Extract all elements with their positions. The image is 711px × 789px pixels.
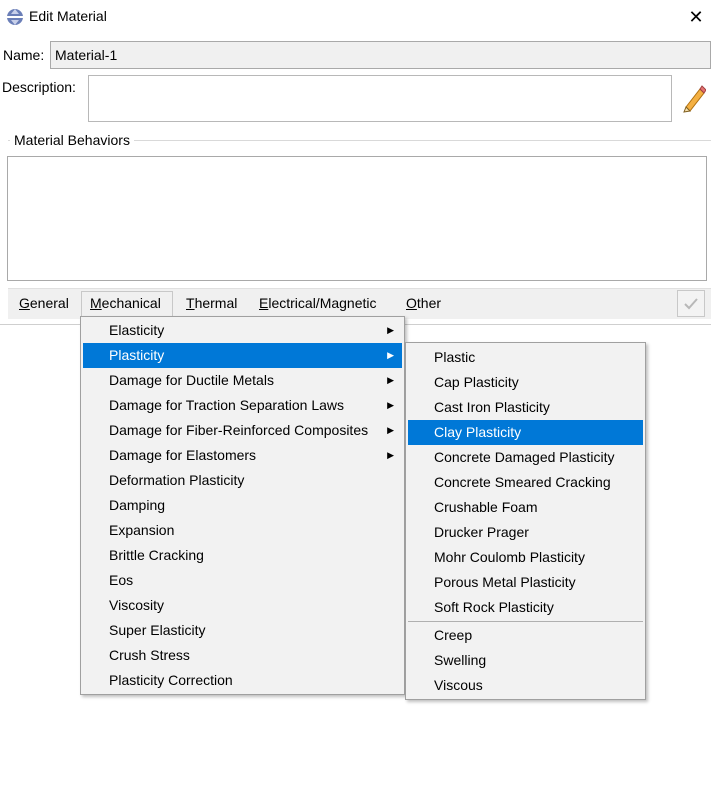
menu-item-viscosity[interactable]: Viscosity xyxy=(83,593,402,618)
menu-item-elasticity[interactable]: Elasticity ▶ xyxy=(83,318,402,343)
mnemonic: O xyxy=(406,295,417,311)
menu-label: eneral xyxy=(29,295,69,311)
menu-label: lectrical/Magnetic xyxy=(268,295,377,311)
menu-item-label: Swelling xyxy=(434,652,487,668)
menu-item-plasticity-correction[interactable]: Plasticity Correction xyxy=(83,668,402,693)
menu-item-label: Expansion xyxy=(109,522,175,538)
menu-label: echanical xyxy=(101,295,161,311)
submenu-arrow-icon: ▶ xyxy=(387,325,394,335)
name-label: Name: xyxy=(3,47,45,63)
menu-item-label: Cap Plasticity xyxy=(434,374,519,390)
mnemonic: M xyxy=(90,295,102,311)
menu-item-crush-stress[interactable]: Crush Stress xyxy=(83,643,402,668)
menu-item-label: Brittle Cracking xyxy=(109,547,204,563)
menu-item-soft-rock-plasticity[interactable]: Soft Rock Plasticity xyxy=(408,595,643,620)
menu-item-label: Drucker Prager xyxy=(434,524,529,540)
menu-item-label: Elasticity xyxy=(109,322,165,338)
menu-item-label: Damage for Traction Separation Laws xyxy=(109,397,345,413)
menu-item-label: Plasticity Correction xyxy=(109,672,233,688)
menu-item-label: Viscous xyxy=(434,677,483,693)
mnemonic: G xyxy=(19,295,30,311)
menu-item-damping[interactable]: Damping xyxy=(83,493,402,518)
submenu-arrow-icon: ▶ xyxy=(387,350,394,360)
menu-item-label: Damage for Fiber-Reinforced Composites xyxy=(109,422,369,438)
menu-item-concrete-damaged-plasticity[interactable]: Concrete Damaged Plasticity xyxy=(408,445,643,470)
description-input[interactable] xyxy=(88,75,672,122)
mnemonic: T xyxy=(186,295,195,311)
pencil-icon[interactable] xyxy=(680,83,706,113)
menu-item-label: Plastic xyxy=(434,349,476,365)
plasticity-submenu: Plastic Cap Plasticity Cast Iron Plastic… xyxy=(405,342,646,700)
menu-item-deformation-plasticity[interactable]: Deformation Plasticity xyxy=(83,468,402,493)
menu-item-brittle-cracking[interactable]: Brittle Cracking xyxy=(83,543,402,568)
menu-item-label: Damping xyxy=(109,497,166,513)
menu-thermal[interactable]: Thermal xyxy=(186,295,237,311)
menu-item-label: Super Elasticity xyxy=(109,622,206,638)
menu-item-mohr-coulomb-plasticity[interactable]: Mohr Coulomb Plasticity xyxy=(408,545,643,570)
menu-item-damage-fiber-composites[interactable]: Damage for Fiber-Reinforced Composites ▶ xyxy=(83,418,402,443)
menu-item-expansion[interactable]: Expansion xyxy=(83,518,402,543)
menu-item-label: Concrete Damaged Plasticity xyxy=(434,449,615,465)
menu-item-super-elasticity[interactable]: Super Elasticity xyxy=(83,618,402,643)
menu-item-drucker-prager[interactable]: Drucker Prager xyxy=(408,520,643,545)
menu-item-label: Damage for Elastomers xyxy=(109,447,257,463)
menu-other[interactable]: Other xyxy=(406,295,441,311)
menu-label: hermal xyxy=(194,295,238,311)
submenu-arrow-icon: ▶ xyxy=(387,375,394,385)
menu-item-label: Plasticity xyxy=(109,347,165,363)
menu-item-porous-metal-plasticity[interactable]: Porous Metal Plasticity xyxy=(408,570,643,595)
menu-separator xyxy=(408,621,643,622)
menu-general[interactable]: General xyxy=(19,295,69,311)
menu-item-viscous[interactable]: Viscous xyxy=(408,673,643,698)
close-icon[interactable]: ✕ xyxy=(684,5,708,29)
menu-item-concrete-smeared-cracking[interactable]: Concrete Smeared Cracking xyxy=(408,470,643,495)
menu-item-label: Cast Iron Plasticity xyxy=(434,399,550,415)
menu-item-clay-plasticity[interactable]: Clay Plasticity xyxy=(408,420,643,445)
menu-item-label: Crush Stress xyxy=(109,647,190,663)
menu-item-damage-ductile-metals[interactable]: Damage for Ductile Metals ▶ xyxy=(83,368,402,393)
menu-item-label: Concrete Smeared Cracking xyxy=(434,474,611,490)
menu-item-label: Crushable Foam xyxy=(434,499,538,515)
menu-item-label: Mohr Coulomb Plasticity xyxy=(434,549,585,565)
menu-electrical-magnetic[interactable]: Electrical/Magnetic xyxy=(259,295,377,311)
menu-item-creep[interactable]: Creep xyxy=(408,623,643,648)
menu-item-label: Eos xyxy=(109,572,134,588)
menu-item-swelling[interactable]: Swelling xyxy=(408,648,643,673)
menu-label: ther xyxy=(416,295,442,311)
menu-item-cast-iron-plasticity[interactable]: Cast Iron Plasticity xyxy=(408,395,643,420)
app-icon xyxy=(7,9,23,25)
mechanical-menu: Elasticity ▶ Plasticity ▶ Damage for Ducti… xyxy=(80,316,405,695)
menu-item-label: Viscosity xyxy=(109,597,164,613)
checkmark-tool-icon xyxy=(684,298,698,310)
material-behaviors-title: Material Behaviors xyxy=(10,132,134,148)
menu-item-plastic[interactable]: Plastic xyxy=(408,345,643,370)
menu-item-plasticity[interactable]: Plasticity ▶ xyxy=(83,343,402,368)
menu-item-label: Porous Metal Plasticity xyxy=(434,574,576,590)
menu-item-label: Clay Plasticity xyxy=(434,424,522,440)
window-title: Edit Material xyxy=(29,8,107,24)
menu-item-crushable-foam[interactable]: Crushable Foam xyxy=(408,495,643,520)
menu-item-eos[interactable]: Eos xyxy=(83,568,402,593)
material-behaviors-list[interactable] xyxy=(7,156,707,281)
submenu-arrow-icon: ▶ xyxy=(387,450,394,460)
menu-item-cap-plasticity[interactable]: Cap Plasticity xyxy=(408,370,643,395)
menu-item-damage-elastomers[interactable]: Damage for Elastomers ▶ xyxy=(83,443,402,468)
menu-item-label: Creep xyxy=(434,627,473,643)
description-label: Description: xyxy=(2,79,76,95)
menu-item-damage-traction-separation[interactable]: Damage for Traction Separation Laws ▶ xyxy=(83,393,402,418)
tool-button[interactable] xyxy=(677,290,705,317)
menu-mechanical[interactable]: Mechanical xyxy=(90,295,161,311)
mnemonic: E xyxy=(259,295,269,311)
submenu-arrow-icon: ▶ xyxy=(387,400,394,410)
submenu-arrow-icon: ▶ xyxy=(387,425,394,435)
name-input[interactable]: Material-1 xyxy=(50,41,711,69)
menu-item-label: Soft Rock Plasticity xyxy=(434,599,554,615)
menu-item-label: Deformation Plasticity xyxy=(109,472,245,488)
menu-item-label: Damage for Ductile Metals xyxy=(109,372,274,388)
